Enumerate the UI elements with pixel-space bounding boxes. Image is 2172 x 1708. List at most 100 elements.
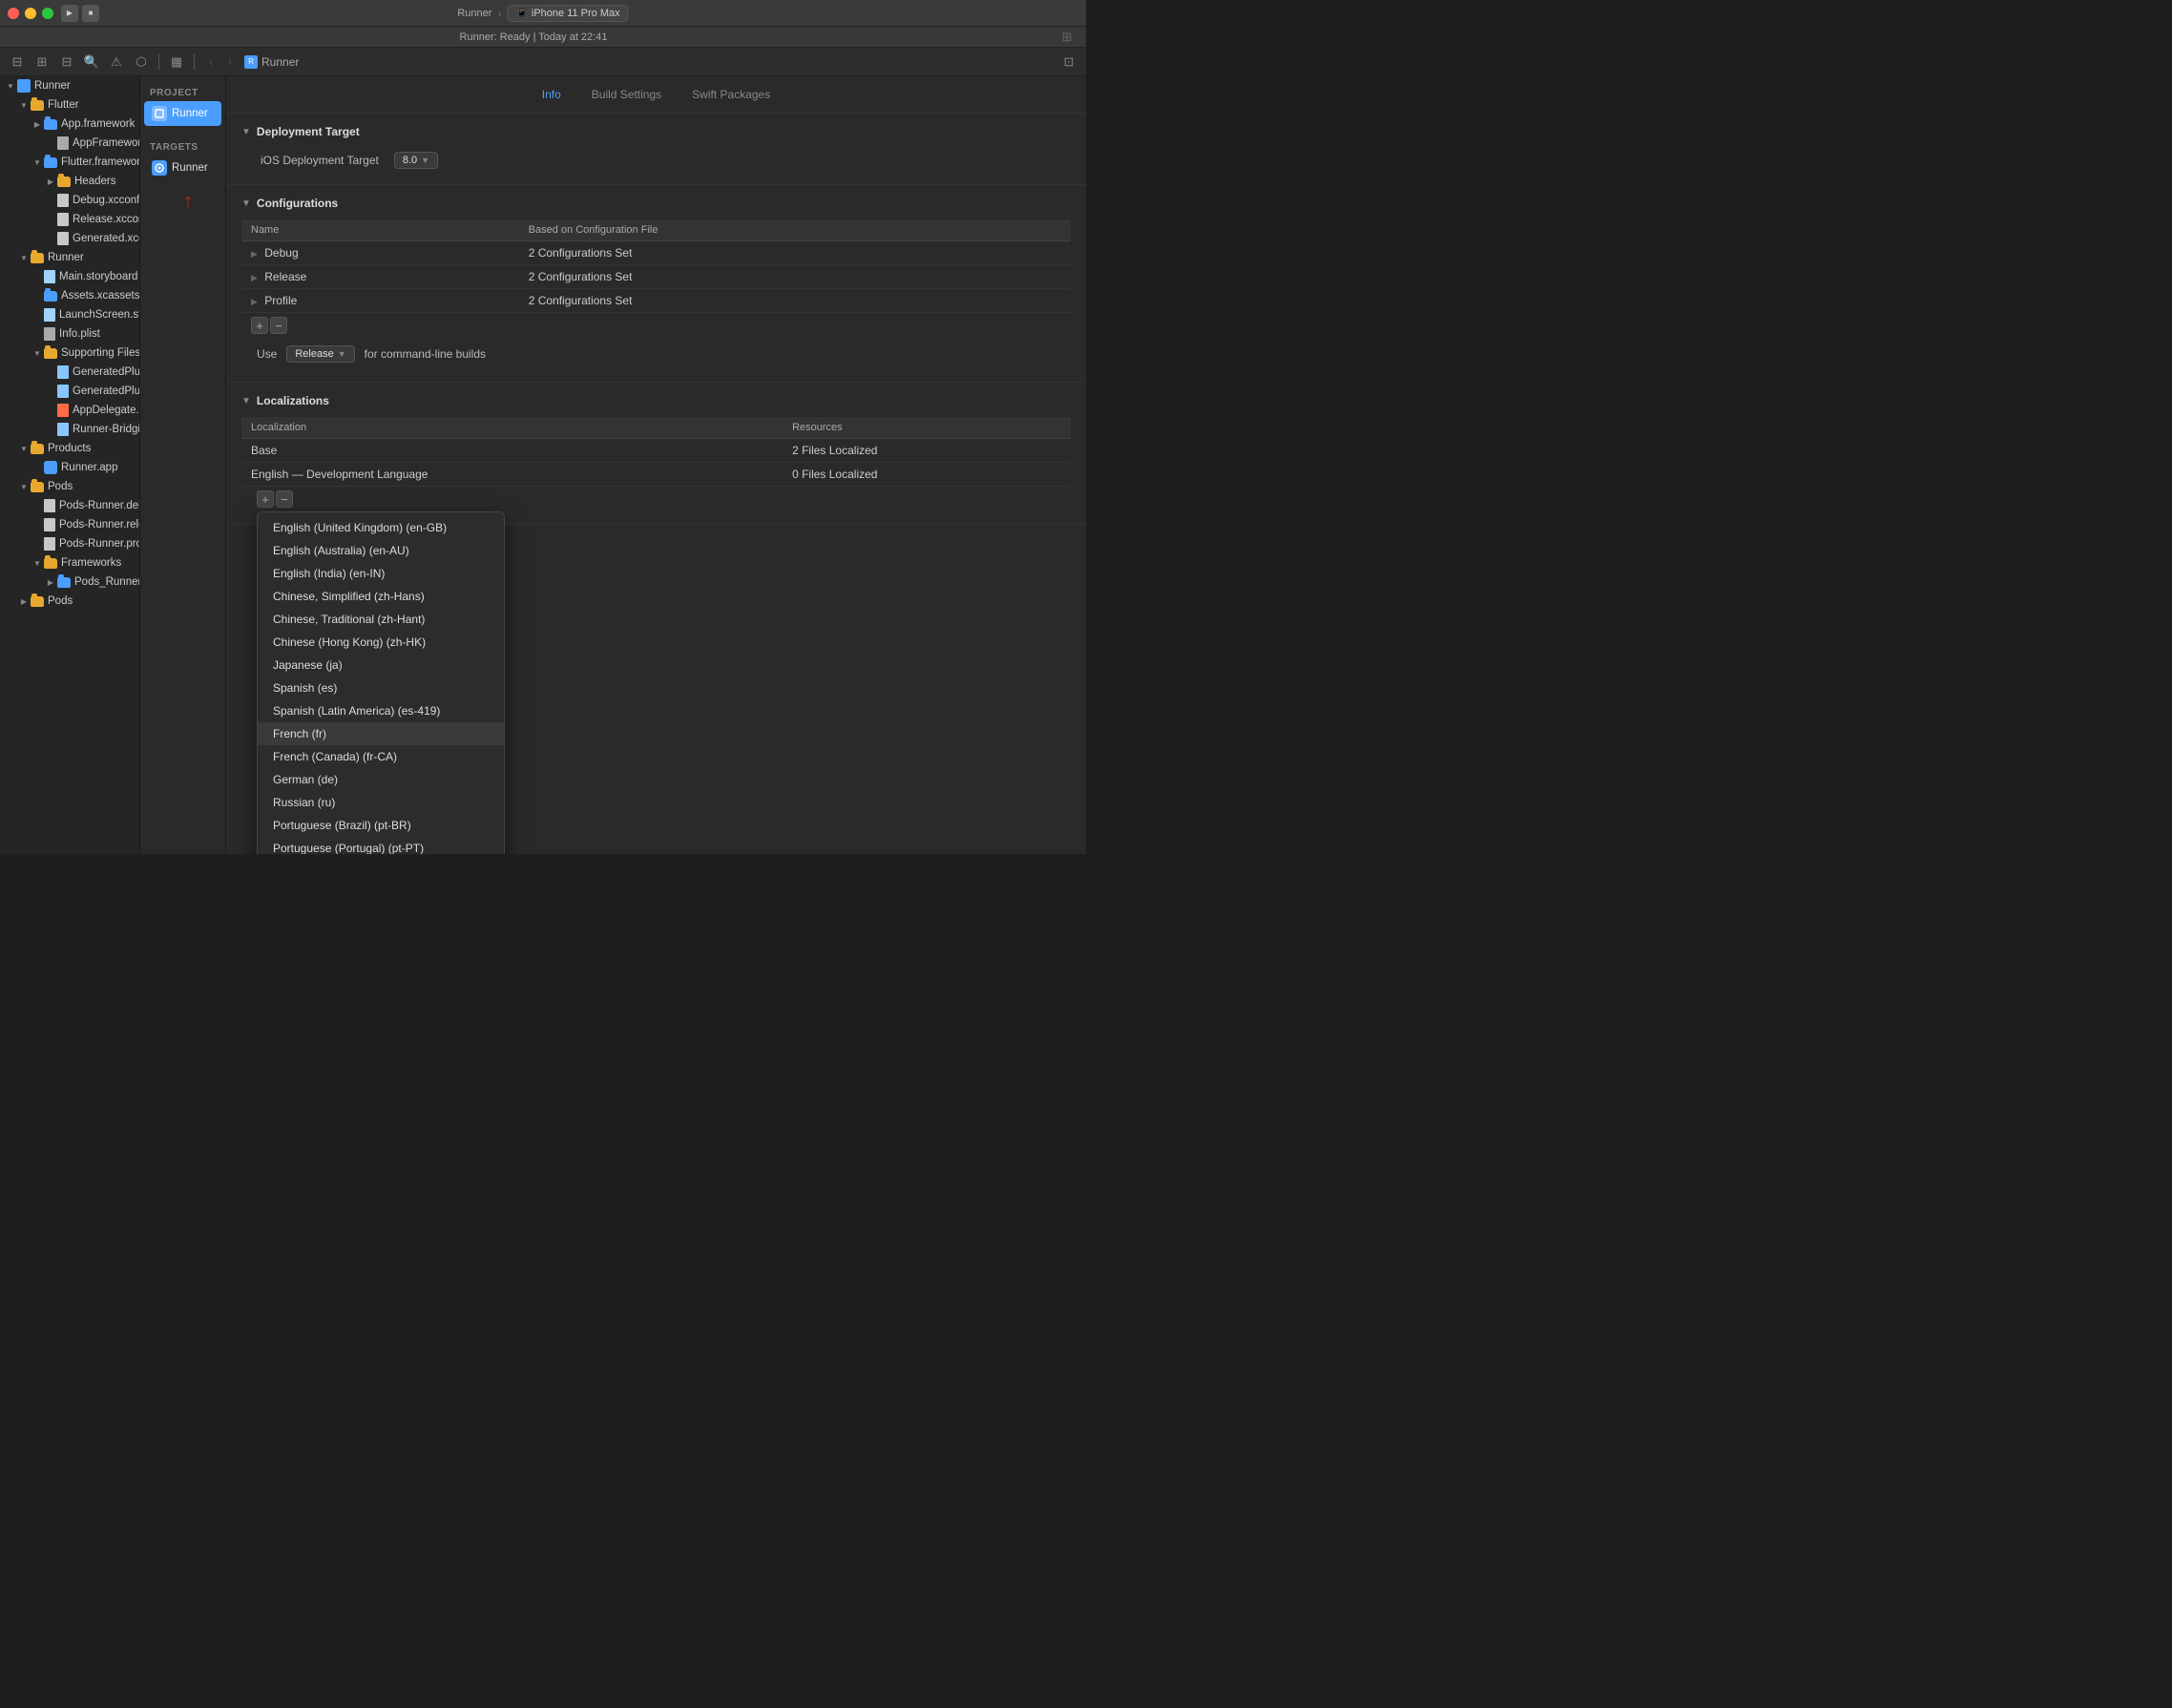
section-triangle: ▼ (241, 396, 251, 406)
lang-item-ja[interactable]: Japanese (ja) (258, 654, 504, 677)
tree-item-label: App.framework (61, 118, 135, 130)
back-arrow[interactable]: ‹ (202, 53, 219, 71)
lang-item-pt-br[interactable]: Portuguese (Brazil) (pt-BR) (258, 814, 504, 837)
tree-item-label: AppDelegate.swift (73, 405, 140, 416)
tree-debug-xcconfig[interactable]: Debug.xcconfig (0, 191, 139, 210)
project-icon (152, 106, 167, 121)
lang-item-zh-hans[interactable]: Chinese, Simplified (zh-Hans) (258, 585, 504, 608)
lang-item-es[interactable]: Spanish (es) (258, 677, 504, 699)
tree-headers[interactable]: Headers (0, 172, 139, 191)
lang-item-zh-hk[interactable]: Chinese (Hong Kong) (zh-HK) (258, 631, 504, 654)
warning-icon[interactable]: ⚠ (107, 52, 126, 72)
lang-item-en-in[interactable]: English (India) (en-IN) (258, 562, 504, 585)
play-button[interactable]: ▶ (61, 5, 78, 22)
tree-app-framework[interactable]: App.framework (0, 115, 139, 134)
tree-runner-app[interactable]: Runner.app (0, 458, 139, 477)
tree-generated-xcconfig[interactable]: Generated.xcconfig (0, 229, 139, 248)
tree-appframeworkinfo[interactable]: AppFrameworkInfo.plist (0, 134, 139, 153)
tree-pods-runner-framework[interactable]: Pods_Runner.framework (0, 573, 139, 592)
add-config-button[interactable]: + (251, 317, 268, 334)
tree-pods-release[interactable]: Pods-Runner.release.xcconfig (0, 515, 139, 534)
lang-item-en-gb[interactable]: English (United Kingdom) (en-GB) (258, 516, 504, 539)
tree-assets-xcassets[interactable]: Assets.xcassets (0, 286, 139, 305)
tree-item-label: Pods_Runner.framework (74, 576, 140, 588)
close-button[interactable] (8, 8, 19, 19)
scheme-icon[interactable]: ▦ (167, 52, 186, 72)
config-row-release[interactable]: ▶ Release 2 Configurations Set (241, 265, 1071, 289)
tab-build-settings[interactable]: Build Settings (576, 84, 677, 105)
tree-item-label: Pods-Runner.debug.xcconfig (59, 500, 140, 511)
tree-item-label: Frameworks (61, 557, 121, 569)
inspector-toggle[interactable]: ⊞ (1057, 28, 1076, 47)
lang-item-fr[interactable]: → French (fr) (258, 722, 504, 745)
tree-item-label: Runner (48, 252, 84, 263)
zoom-button[interactable] (42, 8, 53, 19)
grid-icon[interactable]: ⊟ (57, 52, 76, 72)
tree-products[interactable]: Products (0, 439, 139, 458)
search-icon[interactable]: 🔍 (82, 52, 101, 72)
forward-arrow[interactable]: › (221, 53, 239, 71)
lang-item-zh-hant[interactable]: Chinese, Traditional (zh-Hant) (258, 608, 504, 631)
tree-frameworks[interactable]: Frameworks (0, 553, 139, 573)
tree-info-plist[interactable]: Info.plist (0, 324, 139, 344)
tree-item-label: Debug.xcconfig (73, 195, 140, 206)
config-row-profile[interactable]: ▶ Profile 2 Configurations Set (241, 289, 1071, 313)
tree-pods-group[interactable]: Pods (0, 477, 139, 496)
lang-item-es-419[interactable]: Spanish (Latin America) (es-419) (258, 699, 504, 722)
xcconfig-icon (57, 232, 69, 245)
loc-row-english[interactable]: English — Development Language 0 Files L… (241, 463, 1071, 487)
tree-flutter-framework[interactable]: Flutter.framework (0, 153, 139, 172)
use-dropdown[interactable]: Release ▼ (286, 345, 354, 363)
deployment-value: 8.0 (403, 155, 417, 166)
lang-item-pt-pt[interactable]: Portuguese (Portugal) (pt-PT) (258, 837, 504, 854)
project-runner-item[interactable]: Runner (144, 101, 221, 126)
project-targets-panel: PROJECT Runner TARGETS Runner ↑ (140, 76, 226, 854)
config-table-header-row: Name Based on Configuration File (241, 219, 1071, 241)
right-panel-toggle[interactable]: ⊡ (1059, 52, 1078, 72)
tree-arrow (17, 594, 31, 608)
tree-launchscreen-storyboard[interactable]: LaunchScreen.storyboard (0, 305, 139, 324)
tree-item-label: Products (48, 443, 91, 454)
layout-icon[interactable]: ⊞ (32, 52, 52, 72)
project-runner-label: Runner (172, 108, 208, 119)
lang-item-fr-ca[interactable]: French (Canada) (fr-CA) (258, 745, 504, 768)
lang-item-de[interactable]: German (de) (258, 768, 504, 791)
tab-swift-packages[interactable]: Swift Packages (677, 84, 785, 105)
tree-arrow (31, 346, 44, 360)
stop-button[interactable]: ■ (82, 5, 99, 22)
target-runner-item[interactable]: Runner (144, 156, 221, 180)
tab-info[interactable]: Info (527, 84, 576, 105)
tree-pods-debug[interactable]: Pods-Runner.debug.xcconfig (0, 496, 139, 515)
scheme-badge[interactable]: 📱 iPhone 11 Pro Max (507, 5, 628, 22)
tree-supporting-files[interactable]: Supporting Files (0, 344, 139, 363)
config-row-debug[interactable]: ▶ Debug 2 Configurations Set (241, 241, 1071, 265)
tree-root-runner[interactable]: Runner (0, 76, 139, 95)
tree-runner-folder[interactable]: Runner (0, 248, 139, 267)
lang-item-ru[interactable]: Russian (ru) (258, 791, 504, 814)
tree-pods-root[interactable]: Pods (0, 592, 139, 611)
language-dropdown[interactable]: English (United Kingdom) (en-GB) English… (257, 511, 505, 854)
minimize-button[interactable] (25, 8, 36, 19)
sidebar-toggle-icon[interactable]: ⊟ (8, 52, 27, 72)
remove-localization-button[interactable]: − (276, 490, 293, 508)
lang-item-en-au[interactable]: English (Australia) (en-AU) (258, 539, 504, 562)
tree-appdelegate-swift[interactable]: AppDelegate.swift (0, 401, 139, 420)
breadcrumb-text: Runner (261, 55, 299, 69)
tree-gen-plugin-m[interactable]: GeneratedPluginRegistrant.m (0, 382, 139, 401)
breakpoint-icon[interactable]: ⬡ (132, 52, 151, 72)
loc-row-base[interactable]: Base 2 Files Localized (241, 439, 1071, 463)
tree-bridging-header[interactable]: Runner-Bridging-Header.h (0, 420, 139, 439)
tree-item-label: Generated.xcconfig (73, 233, 140, 244)
tree-flutter[interactable]: Flutter (0, 95, 139, 115)
tree-gen-plugin-h[interactable]: GeneratedPluginRegistrant.h (0, 363, 139, 382)
row-arrow: ▶ (251, 273, 258, 282)
deployment-dropdown[interactable]: 8.0 ▼ (394, 152, 438, 169)
tree-main-storyboard[interactable]: Main.storyboard (0, 267, 139, 286)
tree-pods-profile[interactable]: Pods-Runner.profile.xcconfig (0, 534, 139, 553)
col-loc-header: Localization (241, 417, 783, 439)
remove-config-button[interactable]: − (270, 317, 287, 334)
add-localization-button[interactable]: + (257, 490, 274, 508)
config-based-profile: 2 Configurations Set (519, 289, 1071, 313)
main-layout: Runner Flutter App.framework AppFramewor… (0, 76, 1086, 854)
tree-release-xcconfig[interactable]: Release.xcconfig (0, 210, 139, 229)
